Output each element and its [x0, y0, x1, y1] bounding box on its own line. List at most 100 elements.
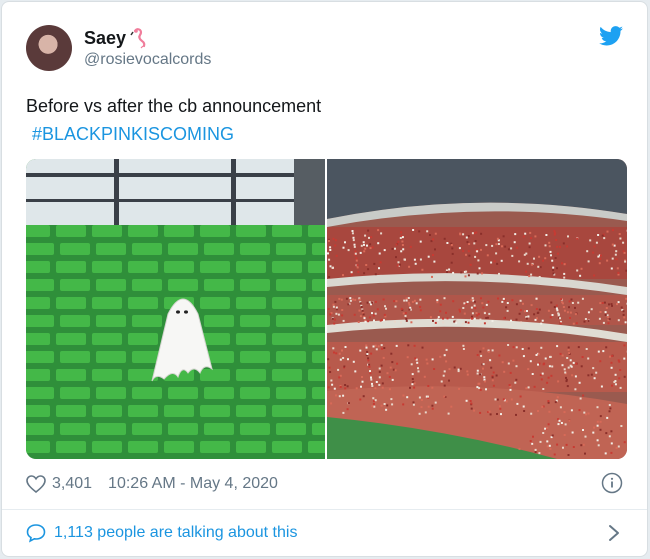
crowd-speck: [363, 272, 366, 275]
seat: [26, 351, 54, 363]
hashtag-link[interactable]: #BLACKPINKISCOMING: [32, 120, 234, 148]
crowd-speck: [436, 318, 439, 321]
crowd-speck: [617, 319, 620, 322]
crowd-speck: [362, 241, 365, 244]
crowd-speck: [480, 248, 482, 251]
crowd-speck: [488, 410, 491, 413]
seat: [236, 405, 266, 417]
user-handle[interactable]: @rosievocalcords: [84, 51, 211, 69]
crowd-speck: [411, 378, 414, 380]
crowd-speck: [544, 257, 547, 260]
crowd-speck: [500, 413, 502, 416]
seat: [168, 243, 198, 255]
crowded-stadium-image[interactable]: [327, 159, 627, 459]
like-count[interactable]: 3,401: [52, 475, 92, 493]
crowd-speck: [411, 383, 414, 386]
crowd-speck: [547, 423, 550, 426]
crowd-speck: [562, 446, 564, 449]
seat: [92, 369, 122, 381]
crowd-speck: [421, 268, 424, 271]
display-name[interactable]: Saey: [84, 28, 126, 49]
profile-avatar[interactable]: [26, 25, 72, 71]
crowd-speck: [554, 257, 557, 259]
crowd-speck: [378, 252, 381, 255]
seat: [236, 297, 266, 309]
crowd-speck: [419, 298, 422, 301]
crowd-speck: [412, 229, 415, 231]
crowd-speck: [470, 317, 473, 320]
twitter-bird-icon[interactable]: [599, 26, 623, 46]
tweet-header: Saey @rosievocalcords: [26, 24, 211, 72]
crowd-speck: [624, 260, 627, 263]
crowd-speck: [549, 316, 552, 319]
crowd-speck: [381, 347, 384, 350]
tweet-media[interactable]: [26, 159, 627, 459]
crowd-speck: [620, 425, 623, 427]
crowd-speck: [407, 297, 410, 299]
crowd-speck: [445, 360, 448, 363]
crowd-speck: [364, 234, 367, 237]
crowd-speck: [533, 313, 536, 316]
crowd-speck: [486, 254, 489, 257]
crowd-speck: [548, 410, 551, 413]
crowd-speck: [548, 241, 551, 244]
crowd-speck: [614, 373, 617, 376]
tweet-timestamp[interactable]: 10:26 AM - May 4, 2020: [108, 475, 278, 493]
crowd-speck: [579, 274, 582, 277]
crowd-speck: [551, 365, 554, 368]
crowd-speck: [608, 410, 611, 413]
crowd-speck: [395, 344, 398, 347]
seat: [240, 315, 270, 327]
seat: [312, 279, 325, 291]
crowd-speck: [488, 312, 491, 315]
info-icon[interactable]: [601, 472, 623, 494]
crowd-speck: [390, 398, 393, 401]
crowd-speck: [578, 409, 581, 412]
crowd-speck: [525, 387, 528, 390]
seat: [276, 351, 306, 363]
crowd-speck: [376, 308, 379, 311]
crowd-speck: [344, 241, 346, 244]
crowd-speck: [582, 443, 585, 446]
talking-link[interactable]: 1,113 people are talking about this: [26, 522, 297, 544]
crowd-speck: [478, 382, 481, 385]
crowd-speck: [617, 271, 620, 274]
crowd-speck: [480, 297, 482, 300]
crowd-speck: [378, 370, 381, 373]
crowd-speck: [424, 411, 427, 414]
crowd-speck: [413, 382, 416, 385]
seat: [92, 405, 122, 417]
crowd-speck: [491, 379, 494, 382]
crowd-speck: [584, 318, 587, 320]
crowd-speck: [574, 306, 576, 309]
crowd-speck: [593, 377, 596, 380]
crowd-speck: [587, 374, 590, 377]
seat: [164, 225, 194, 237]
crowd-speck: [469, 263, 472, 266]
crowd-speck: [507, 248, 510, 251]
crowd-speck: [495, 243, 498, 246]
crowd-speck: [563, 276, 566, 279]
crowd-speck: [457, 370, 460, 373]
crowd-speck: [410, 321, 413, 324]
crowd-speck: [337, 313, 340, 316]
crowd-speck: [541, 319, 544, 322]
crowd-speck: [563, 434, 566, 436]
seat: [132, 243, 162, 255]
crowd-speck: [585, 348, 588, 350]
crowd-speck: [560, 422, 563, 424]
crowd-speck: [574, 388, 577, 391]
crowd-speck: [479, 373, 482, 376]
chevron-right-icon[interactable]: [607, 523, 621, 543]
seat: [168, 423, 198, 435]
crowd-speck: [542, 363, 545, 366]
crowd-speck: [476, 272, 479, 275]
heart-icon[interactable]: [26, 475, 46, 493]
crowd-speck: [484, 380, 486, 383]
crowd-speck: [485, 388, 487, 391]
crowd-speck: [563, 368, 566, 371]
crowd-speck: [530, 237, 533, 240]
crowd-speck: [346, 408, 349, 411]
ghost-stadium-image[interactable]: [26, 159, 325, 459]
crowd-speck: [600, 254, 602, 257]
